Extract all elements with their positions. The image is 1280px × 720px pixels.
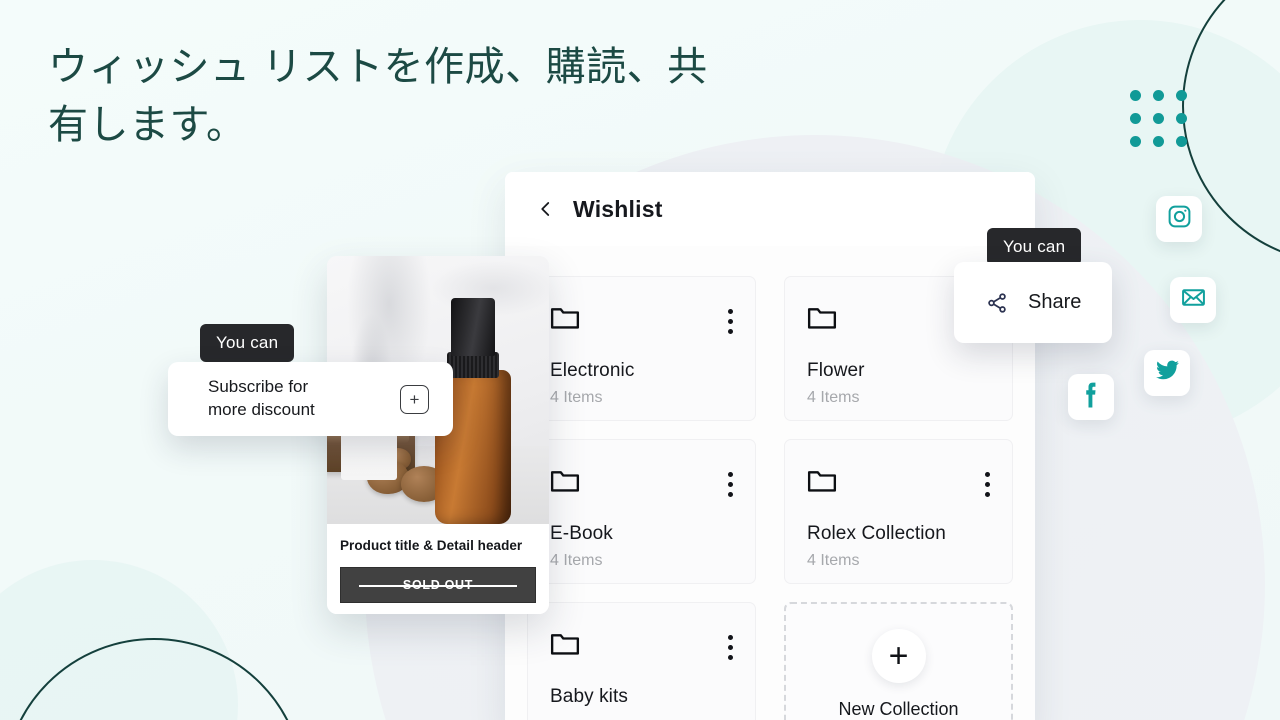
collections-grid: Electronic 4 Items Flower 4 Items E-Book… (527, 276, 1013, 720)
wishlist-panel: Wishlist Electronic 4 Items Flower 4 Ite… (505, 172, 1035, 720)
folder-icon (550, 305, 580, 331)
collection-card[interactable]: Baby kits (527, 602, 756, 720)
instagram-button[interactable] (1156, 196, 1202, 242)
strikethrough-line (359, 585, 517, 587)
folder-icon (807, 468, 837, 494)
sold-out-button[interactable]: SOLD OUT (340, 567, 536, 603)
add-subscription-icon[interactable]: + (400, 384, 429, 414)
collection-card[interactable]: E-Book 4 Items (527, 439, 756, 584)
product-title: Product title & Detail header (340, 538, 523, 553)
new-collection-label: New Collection (838, 699, 959, 719)
facebook-icon (1080, 380, 1102, 415)
collection-name: E-Book (550, 523, 613, 544)
product-info: Product title & Detail header SOLD OUT (327, 524, 549, 614)
collection-name: Electronic (550, 360, 635, 381)
mail-button[interactable] (1170, 277, 1216, 323)
collection-name: Rolex Collection (807, 523, 946, 544)
collection-card[interactable]: Electronic 4 Items (527, 276, 756, 421)
chevron-left-icon[interactable] (537, 200, 555, 218)
more-options-icon[interactable] (728, 305, 733, 334)
decorative-dot-grid (1130, 90, 1187, 147)
collection-count: 4 Items (807, 389, 860, 406)
share-tooltip-text: Share (1028, 291, 1082, 313)
facebook-button[interactable] (1068, 374, 1114, 420)
subscribe-tooltip-card[interactable]: Subscribe for more discount + (168, 362, 453, 436)
collection-count: 4 Items (550, 552, 603, 569)
collection-name: Flower (807, 360, 865, 381)
more-options-icon[interactable] (985, 468, 990, 497)
folder-icon (807, 305, 837, 331)
folder-icon (550, 631, 580, 657)
subscribe-tooltip-text: Subscribe for more discount (208, 377, 315, 419)
share-nodes-icon (986, 292, 1008, 314)
collection-count: 4 Items (807, 552, 860, 569)
twitter-icon (1155, 358, 1180, 388)
share-tooltip-card[interactable]: Share (954, 262, 1112, 343)
collection-count: 4 Items (550, 389, 603, 406)
twitter-button[interactable] (1144, 350, 1190, 396)
folder-icon (550, 468, 580, 494)
page-root: ウィッシュ リストを作成、購読、共 有します。 Wishlist Electro… (0, 0, 1280, 720)
collection-name: Baby kits (550, 686, 628, 707)
mail-icon (1181, 285, 1206, 315)
collection-card[interactable]: Rolex Collection 4 Items (784, 439, 1013, 584)
page-title: ウィッシュ リストを作成、購読、共 有します。 (48, 45, 708, 147)
panel-title: Wishlist (573, 195, 663, 222)
more-options-icon[interactable] (728, 468, 733, 497)
new-collection-card[interactable]: + New Collection (784, 602, 1013, 720)
share-tooltip-tag: You can (987, 228, 1082, 266)
panel-header: Wishlist (505, 172, 1035, 246)
instagram-icon (1167, 204, 1192, 234)
subscribe-tooltip-tag: You can (200, 324, 295, 362)
plus-icon[interactable]: + (871, 629, 926, 683)
more-options-icon[interactable] (728, 631, 733, 660)
